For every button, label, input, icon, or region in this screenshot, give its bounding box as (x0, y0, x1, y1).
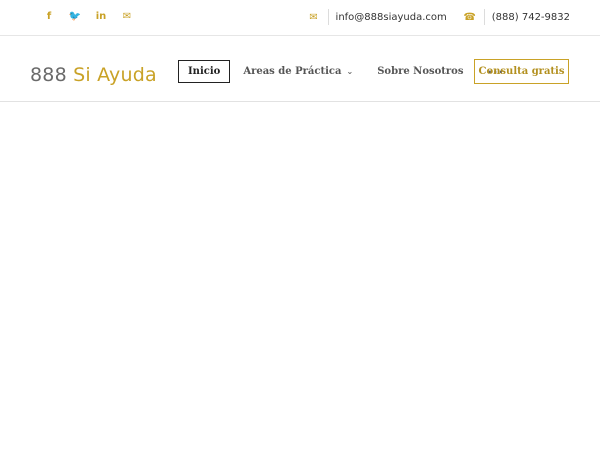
mail-icon[interactable]: ✉ (114, 9, 140, 23)
phone-link[interactable]: (888) 742-9832 (492, 12, 570, 23)
email-link[interactable]: info@888siayuda.com (336, 12, 447, 23)
main-nav: Inicio Areas de Práctica ⌄ Sobre Nosotro… (178, 60, 504, 83)
logo-brand: Si Ayuda (73, 64, 157, 86)
divider (483, 9, 485, 25)
phone-icon: ☎ (463, 11, 477, 23)
facebook-icon[interactable]: f (36, 9, 62, 23)
site-logo[interactable]: 888 Si Ayuda (30, 63, 157, 87)
twitter-icon[interactable]: 🐦 (62, 9, 88, 23)
nav-item-sobre-nosotros[interactable]: Sobre Nosotros (377, 60, 463, 83)
chevron-down-icon: ⌄ (346, 67, 354, 76)
consulta-gratis-button[interactable]: Consulta gratis (474, 59, 569, 84)
contact-info: ✉ info@888siayuda.com ☎ (888) 742-9832 (307, 9, 570, 25)
envelope-icon: ✉ (309, 11, 318, 23)
divider (327, 9, 329, 25)
logo-number: 888 (30, 64, 67, 86)
social-links: f 🐦 in ✉ (36, 9, 140, 23)
nav-item-inicio[interactable]: Inicio (178, 60, 231, 83)
main-header: 888 Si Ayuda Inicio Areas de Práctica ⌄ … (0, 36, 600, 102)
nav-item-areas-label: Areas de Práctica (243, 66, 342, 77)
linkedin-icon[interactable]: in (88, 9, 114, 23)
nav-item-areas[interactable]: Areas de Práctica ⌄ (243, 60, 353, 83)
top-bar: f 🐦 in ✉ ✉ info@888siayuda.com ☎ (888) 7… (0, 0, 600, 36)
